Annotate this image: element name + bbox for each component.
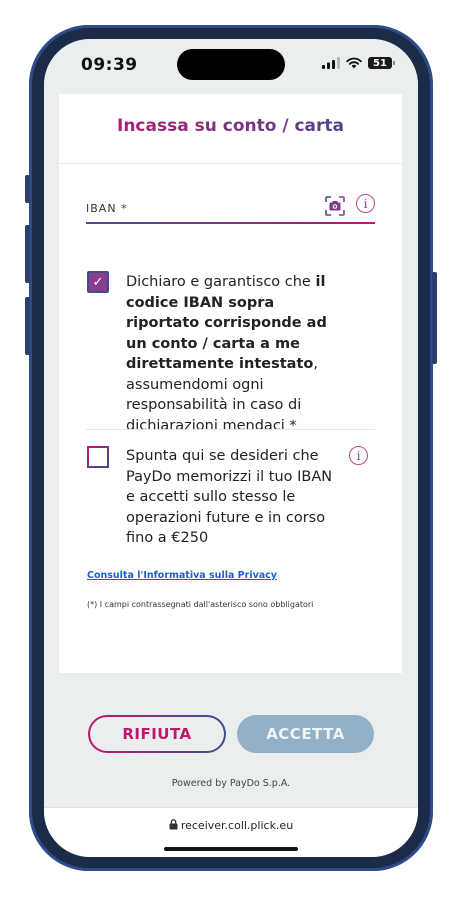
memorize-info-icon[interactable]: i <box>349 446 368 465</box>
powered-by: Powered by PayDo S.p.A. <box>171 778 291 789</box>
required-fields-note: (*) I campi contrassegnati dall'asterisc… <box>87 600 314 609</box>
declaration-checkbox[interactable]: ✓ <box>87 271 109 293</box>
browser-address-bar[interactable]: receiver.coll.plick.eu <box>44 807 418 857</box>
url-text: receiver.coll.plick.eu <box>180 819 294 832</box>
title-divider <box>59 163 402 164</box>
screen: 09:39 51 Incassa su conto / carta IBAN * <box>44 39 418 857</box>
volume-down-button <box>25 297 30 355</box>
status-icons: 51 <box>322 57 395 69</box>
battery-level: 51 <box>373 57 387 69</box>
mute-switch <box>25 175 30 203</box>
power-button <box>432 272 437 364</box>
iban-underline <box>86 222 375 224</box>
section-divider <box>86 429 375 430</box>
status-bar: 09:39 51 <box>44 39 418 93</box>
battery-icon: 51 <box>368 57 395 69</box>
status-time: 09:39 <box>81 55 138 75</box>
wifi-icon <box>346 57 362 69</box>
dynamic-island <box>177 49 285 80</box>
memorize-iban-checkbox[interactable] <box>87 446 109 468</box>
iban-info-icon[interactable]: i <box>356 194 375 213</box>
form-card: Incassa su conto / carta IBAN * i ✓ Dich… <box>59 94 402 673</box>
volume-up-button <box>25 225 30 283</box>
camera-scan-icon[interactable] <box>325 196 345 216</box>
iban-input[interactable] <box>86 194 330 222</box>
page-title: Incassa su conto / carta <box>59 116 402 136</box>
home-indicator[interactable] <box>164 847 298 851</box>
url-display[interactable]: receiver.coll.plick.eu <box>44 819 418 832</box>
privacy-policy-link[interactable]: Consulta l'Informativa sulla Privacy <box>87 570 277 581</box>
reject-button[interactable]: RIFIUTA <box>88 715 226 753</box>
accept-button[interactable]: ACCETTA <box>237 715 374 753</box>
cellular-signal-icon <box>322 57 340 69</box>
memorize-iban-text: Spunta qui se desideri che PayDo memoriz… <box>126 448 333 546</box>
declaration-text: Dichiaro e garantisco che il codice IBAN… <box>126 272 341 436</box>
declaration-text-part1: Dichiaro e garantisco che <box>126 274 316 290</box>
lock-icon <box>169 819 178 830</box>
